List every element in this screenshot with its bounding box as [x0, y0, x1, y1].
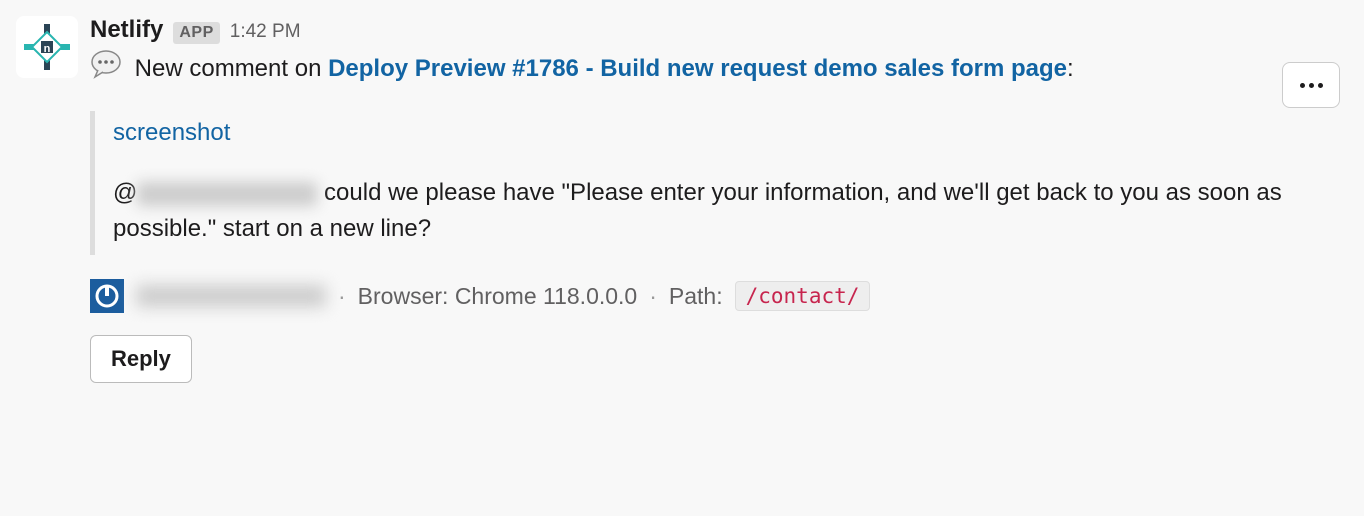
mention-at: @	[113, 179, 137, 206]
ellipsis-icon	[1300, 83, 1323, 88]
reply-button[interactable]: Reply	[90, 335, 192, 383]
attachment-body: @ could we please have "Please enter you…	[113, 175, 1348, 247]
body-prefix: New comment on	[135, 55, 328, 82]
more-actions-button[interactable]	[1282, 62, 1340, 108]
deploy-preview-link[interactable]: Deploy Preview #1786 - Build new request…	[328, 55, 1067, 82]
path-label: Path:	[669, 283, 723, 310]
speech-bubble-icon	[90, 48, 122, 91]
gravatar-icon[interactable]	[90, 279, 124, 313]
netlify-logo-icon: n	[22, 22, 72, 72]
message-header: Netlify APP 1:42 PM	[90, 16, 1348, 44]
browser-info: Browser: Chrome 118.0.0.0	[358, 283, 638, 310]
redacted-username	[137, 182, 317, 206]
author-name[interactable]: Netlify	[90, 16, 163, 44]
app-avatar[interactable]: n	[16, 16, 78, 78]
message-container: n Netlify APP 1:42 PM New comment on Dep…	[16, 16, 1348, 383]
separator-dot: ·	[338, 283, 346, 310]
app-badge: APP	[173, 22, 219, 44]
message-body: New comment on Deploy Preview #1786 - Bu…	[90, 48, 1348, 91]
svg-text:n: n	[44, 43, 51, 55]
timestamp[interactable]: 1:42 PM	[230, 21, 301, 43]
body-suffix: :	[1067, 55, 1074, 82]
redacted-commenter-name	[136, 285, 326, 307]
attachment-block: screenshot @ could we please have "Pleas…	[90, 111, 1348, 255]
footer-row: · Browser: Chrome 118.0.0.0 · Path: /con…	[90, 279, 1348, 313]
message-content: Netlify APP 1:42 PM New comment on Deplo…	[90, 16, 1348, 383]
path-badge[interactable]: /contact/	[735, 281, 871, 311]
attachment-title-link[interactable]: screenshot	[113, 119, 1348, 147]
separator-dot: ·	[649, 283, 657, 310]
